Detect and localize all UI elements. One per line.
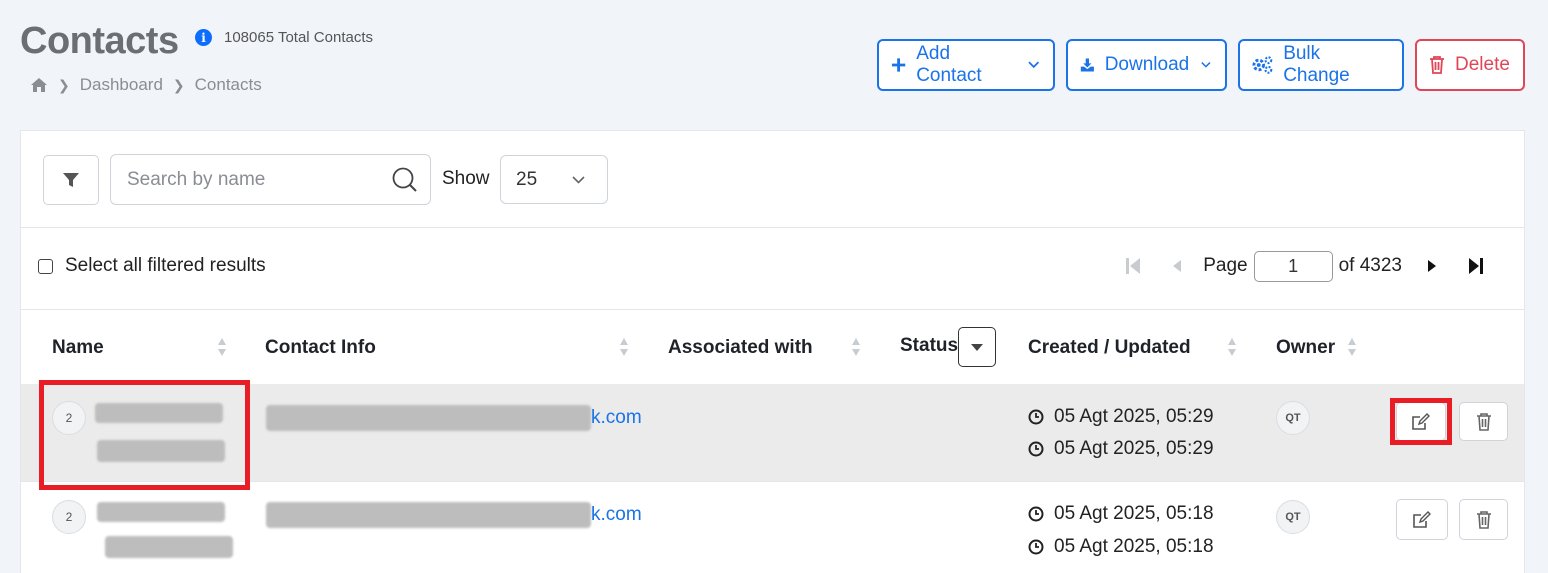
edit-icon [1413,510,1431,528]
sort-icon[interactable] [1347,336,1357,358]
bulk-change-label: Bulk Change [1283,43,1350,86]
sort-icon[interactable] [217,336,227,358]
table-toolbar: Show 25 [21,131,1524,228]
sort-icon[interactable] [1227,336,1237,358]
created-date: 05 Agt 2025, 05:29 [1028,406,1214,428]
redacted-name [97,502,225,522]
breadcrumb-contacts: Contacts [194,75,262,94]
select-all[interactable]: Select all filtered results [38,255,266,277]
search-icon[interactable] [392,167,418,193]
add-contact-label: Add Contact [916,43,982,86]
column-header-created-updated[interactable]: Created / Updated [1028,337,1191,359]
prev-page-button[interactable] [1159,248,1195,284]
select-all-checkbox[interactable] [38,258,53,274]
table-row[interactable]: 2 k.com 05 Agt 2025, 05:18 05 Agt 2025, … [21,482,1524,573]
redacted-phone [105,536,233,558]
gears-icon [1252,56,1273,74]
download-label: Download [1104,54,1190,75]
clock-icon [1028,539,1044,555]
contacts-card: Show 25 Select all filtered results Page… [20,130,1525,573]
highlight-name-cell [39,380,250,490]
header-actions: Add Contact Download Bulk Change Delete [877,39,1525,91]
table-header: Name Contact Info Associated with Status… [21,310,1524,385]
owner-avatar: QT [1276,500,1310,534]
updated-date-text: 05 Agt 2025, 05:18 [1054,536,1214,557]
page-title: Contacts [20,20,179,62]
clock-icon [1028,506,1044,522]
first-page-icon [1126,258,1141,274]
total-contacts-text: 108065 Total Contacts [224,29,373,46]
sort-icon[interactable] [851,336,861,358]
add-contact-button[interactable]: Add Contact [877,39,1055,91]
breadcrumb-dashboard[interactable]: Dashboard [80,75,163,95]
page-total: of 4323 [1338,255,1402,276]
owner-avatar: QT [1276,401,1310,435]
filter-icon [63,173,79,187]
page-size-value: 25 [516,168,538,190]
chevron-right-icon: ❯ [172,76,185,93]
pagination: Page of 4323 [1115,248,1494,284]
delete-row-button[interactable] [1459,402,1508,441]
delete-row-button[interactable] [1459,499,1508,540]
page-size-select[interactable]: 25 [500,155,608,204]
chevron-down-icon [1027,61,1039,69]
total-contacts: i 108065 Total Contacts [195,29,373,46]
redacted-email [266,502,591,528]
delete-label: Delete [1455,54,1510,75]
last-page-icon [1469,258,1483,274]
trash-icon [1476,510,1491,529]
select-all-label: Select all filtered results [65,255,266,276]
updated-date: 05 Agt 2025, 05:18 [1028,536,1214,558]
created-date-text: 05 Agt 2025, 05:29 [1054,406,1214,427]
column-header-owner[interactable]: Owner [1276,337,1335,359]
clock-icon [1028,409,1044,425]
caret-down-icon [971,343,983,351]
column-header-contact-info[interactable]: Contact Info [265,337,376,359]
avatar: 2 [52,500,86,534]
plus-icon [891,58,906,72]
created-date: 05 Agt 2025, 05:18 [1028,503,1214,525]
sort-icon[interactable] [619,336,629,358]
show-label: Show [442,168,490,189]
breadcrumb: ❯ Dashboard ❯ Contacts [30,75,262,95]
trash-icon [1476,412,1491,431]
status-filter-dropdown[interactable] [958,327,996,367]
contact-email-link[interactable]: k.com [591,407,642,429]
updated-date-text: 05 Agt 2025, 05:29 [1054,438,1214,459]
column-header-name[interactable]: Name [52,337,104,359]
edit-button[interactable] [1396,499,1448,540]
bulk-change-button[interactable]: Bulk Change [1238,39,1404,91]
chevron-down-icon [572,175,585,184]
created-date-text: 05 Agt 2025, 05:18 [1054,503,1214,524]
highlight-edit-button [1390,398,1452,445]
delete-button[interactable]: Delete [1415,39,1525,91]
search-box [110,154,431,205]
clock-icon [1028,441,1044,457]
next-page-button[interactable] [1414,248,1450,284]
contact-email-link[interactable]: k.com [591,504,642,526]
download-icon [1080,58,1094,72]
home-icon[interactable] [30,77,48,93]
filter-button[interactable] [43,155,99,205]
updated-date: 05 Agt 2025, 05:29 [1028,438,1214,460]
page-number-input[interactable] [1253,250,1333,282]
column-header-status[interactable]: Status [900,335,958,357]
column-header-associated-with[interactable]: Associated with [668,337,813,359]
chevron-right-icon [1428,260,1436,272]
search-input[interactable] [127,168,392,191]
chevron-left-icon [1173,260,1182,272]
selection-bar: Select all filtered results Page of 4323 [21,228,1524,310]
trash-icon [1430,56,1444,74]
download-button[interactable]: Download [1066,39,1227,91]
redacted-email [266,405,591,431]
chevron-down-icon [1201,62,1211,68]
last-page-button[interactable] [1458,248,1494,284]
first-page-button[interactable] [1115,248,1151,284]
info-icon: i [195,29,212,46]
chevron-right-icon: ❯ [58,76,70,93]
page-label: Page [1203,255,1248,276]
